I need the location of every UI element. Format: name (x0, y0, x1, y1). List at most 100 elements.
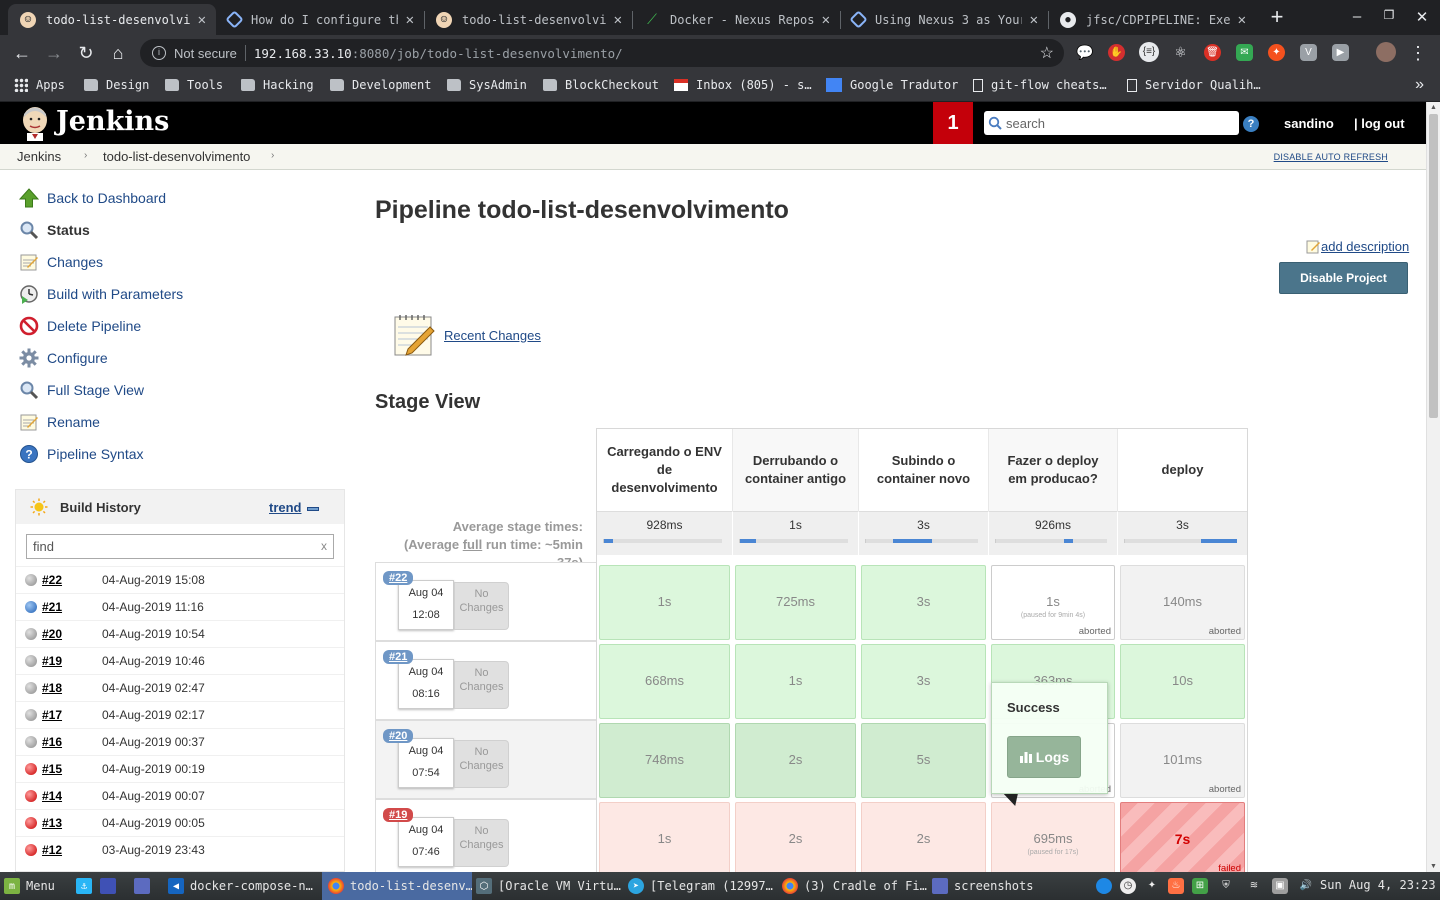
full-run-link[interactable]: full (463, 537, 483, 552)
profile-avatar-icon[interactable] (1376, 42, 1396, 62)
stage-cell[interactable]: 1s (599, 802, 730, 872)
bookmark-star-icon[interactable]: ☆ (1040, 43, 1054, 63)
taskbar-window[interactable]: todo-list-desenv… (322, 872, 472, 900)
bookmark-inbox[interactable]: Inbox (805) - s… (674, 78, 812, 92)
tab-close-icon[interactable]: ✕ (822, 12, 830, 28)
build-date[interactable]: 04-Aug-2019 02:47 (102, 681, 205, 695)
stage-cell[interactable]: 2s (861, 802, 986, 872)
sidebar-item-status[interactable]: Status (18, 218, 90, 242)
sidebar-item-full-stage-view[interactable]: Full Stage View (18, 378, 144, 402)
tab-close-icon[interactable]: ✕ (198, 12, 206, 28)
build-number-link[interactable]: #21 (42, 600, 62, 614)
browser-tab[interactable]: ● jfsc/CDPIPELINE: Exe ✕ (1048, 4, 1256, 35)
browser-tab[interactable]: Using Nexus 3 as Your ✕ (840, 4, 1048, 35)
notification-badge[interactable]: 1 (933, 102, 973, 144)
bookmark-folder[interactable]: SysAdmin (447, 78, 527, 92)
build-date[interactable]: 03-Aug-2019 23:43 (102, 843, 205, 857)
stop-extension-icon[interactable]: ✋ (1108, 44, 1125, 61)
build-history-row[interactable]: #12 03-Aug-2019 23:43 (16, 836, 344, 863)
taskbar-menu[interactable]: m Menu (4, 872, 64, 900)
build-history-row[interactable]: #18 04-Aug-2019 02:47 (16, 674, 344, 701)
stage-cell[interactable]: 101ms aborted (1120, 723, 1245, 798)
stage-cell[interactable]: 668ms (599, 644, 730, 719)
screenshot-tray-icon[interactable]: ▣ (1272, 878, 1288, 894)
build-history-row[interactable]: #17 04-Aug-2019 02:17 (16, 701, 344, 728)
build-date[interactable]: 04-Aug-2019 11:16 (102, 600, 204, 614)
run-changes[interactable]: No Changes (454, 819, 509, 867)
disable-auto-refresh-link[interactable]: DISABLE AUTO REFRESH (1274, 152, 1388, 162)
sidebar-item-back-to-dashboard[interactable]: Back to Dashboard (18, 186, 166, 210)
sidebar-item-pipeline-syntax[interactable]: ? Pipeline Syntax (18, 442, 144, 466)
build-number-link[interactable]: #16 (42, 735, 62, 749)
sidebar-item-build-with-parameters[interactable]: Build with Parameters (18, 282, 183, 306)
volume-tray-icon[interactable]: 🔊 (1298, 878, 1314, 894)
trash-extension-icon[interactable]: 🗑 (1204, 44, 1221, 61)
trend-link[interactable]: trend (269, 500, 302, 515)
forward-icon[interactable]: → (42, 41, 66, 65)
chat-extension-icon[interactable]: 💬 (1076, 44, 1093, 61)
run-number-badge[interactable]: #19 (383, 808, 414, 822)
taskbar-launcher[interactable] (100, 872, 122, 900)
jenkins-butler-icon[interactable] (18, 105, 52, 141)
bookmark-apps[interactable]: Apps (14, 78, 65, 92)
stage-cell[interactable]: 3s (861, 565, 986, 640)
logs-button[interactable]: Logs (1007, 736, 1081, 778)
build-number-link[interactable]: #15 (42, 762, 62, 776)
stage-cell[interactable]: 7s failed (1120, 802, 1245, 872)
build-history-row[interactable]: #22 04-Aug-2019 15:08 (16, 566, 344, 593)
mail-extension-icon[interactable]: ✉ (1236, 44, 1253, 61)
sidebar-item-changes[interactable]: Changes (18, 250, 103, 274)
breadcrumb-jenkins[interactable]: Jenkins (17, 149, 61, 164)
build-date[interactable]: 04-Aug-2019 10:46 (102, 654, 205, 668)
build-history-row[interactable]: #20 04-Aug-2019 10:54 (16, 620, 344, 647)
logout-link[interactable]: | log out (1354, 116, 1405, 131)
stage-cell[interactable]: 695ms (paused for 17s) (991, 802, 1115, 872)
info-icon[interactable]: i (152, 46, 166, 60)
play-extension-icon[interactable]: ▶ (1332, 44, 1349, 61)
disable-project-button[interactable]: Disable Project (1279, 262, 1408, 294)
stage-cell[interactable]: 140ms aborted (1120, 565, 1245, 640)
build-history-row[interactable]: #16 04-Aug-2019 00:37 (16, 728, 344, 755)
build-date[interactable]: 04-Aug-2019 10:54 (102, 627, 205, 641)
run-changes[interactable]: No Changes (454, 740, 509, 788)
run-changes[interactable]: No Changes (454, 582, 509, 630)
build-number-link[interactable]: #22 (42, 573, 62, 587)
stage-cell[interactable]: 2s (735, 802, 856, 872)
run-number-badge[interactable]: #22 (383, 571, 414, 585)
window-close-icon[interactable]: ✕ (1412, 8, 1432, 26)
bookmark-translate[interactable]: Google Tradutor (826, 78, 958, 92)
sidebar-item-rename[interactable]: Rename (18, 410, 100, 434)
breadcrumb-job[interactable]: todo-list-desenvolvimento (103, 149, 250, 164)
tab-close-icon[interactable]: ✕ (1238, 12, 1246, 28)
taskbar-launcher[interactable] (134, 872, 156, 900)
run-number-badge[interactable]: #21 (383, 650, 414, 664)
tab-close-icon[interactable]: ✕ (1030, 12, 1038, 28)
taskbar-launcher[interactable]: ⚓ (76, 872, 96, 900)
sidebar-item-delete-pipeline[interactable]: Delete Pipeline (18, 314, 141, 338)
wifi-tray-icon[interactable]: ≋ (1246, 878, 1262, 894)
new-tab-button[interactable]: + (1263, 5, 1291, 29)
page-scrollbar[interactable]: ▲ ▼ (1426, 102, 1440, 872)
stage-cell[interactable]: 10s (1120, 644, 1245, 719)
build-history-row[interactable]: #13 04-Aug-2019 00:05 (16, 809, 344, 836)
taskbar-window[interactable]: ⬡ [Oracle VM Virtu… (476, 872, 626, 900)
address-bar[interactable]: i Not secure 192.168.33.10:8080/job/todo… (140, 39, 1064, 67)
browser-tab[interactable]: ☺ todo-list-desenvolvimento ✕ (424, 4, 632, 35)
build-date[interactable]: 04-Aug-2019 00:37 (102, 735, 205, 749)
bookmark-folder[interactable]: BlockCheckout (543, 78, 659, 92)
bookmark-servidor[interactable]: Servidor Qualih… (1127, 78, 1261, 92)
browser-tab[interactable]: ☺ todo-list-desenvolvimento ✕ (8, 4, 216, 35)
build-number-link[interactable]: #12 (42, 843, 62, 857)
build-date[interactable]: 04-Aug-2019 00:05 (102, 816, 205, 830)
build-number-link[interactable]: #19 (42, 654, 62, 668)
build-history-row[interactable]: #14 04-Aug-2019 00:07 (16, 782, 344, 809)
clock-tray-icon[interactable]: ◷ (1120, 878, 1136, 894)
stage-cell[interactable]: 2s (735, 723, 856, 798)
run-changes[interactable]: No Changes (454, 661, 509, 709)
build-date[interactable]: 04-Aug-2019 00:19 (102, 762, 205, 776)
browser-menu-icon[interactable]: ⋮ (1406, 41, 1430, 65)
minimize-icon[interactable]: – (1347, 8, 1367, 25)
add-description-link[interactable]: add description (1306, 239, 1409, 254)
reload-icon[interactable]: ↻ (74, 41, 98, 65)
browser-tab[interactable]: ⟋ Docker - Nexus Repository ✕ (632, 4, 840, 35)
